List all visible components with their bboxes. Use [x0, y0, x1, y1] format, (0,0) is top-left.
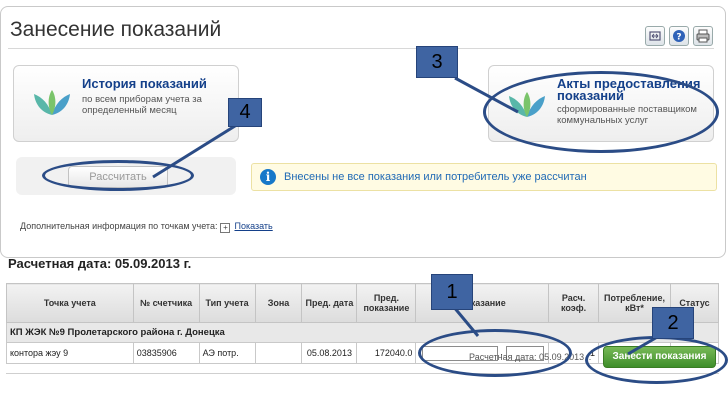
annotation-ring-2 [585, 336, 728, 384]
warning-banner: i Внесены не все показания или потребите… [251, 163, 717, 191]
callout-3: 3 [416, 46, 458, 78]
table-group-row: КП ЖЭК №9 Пролетарского района г. Донецк… [6, 322, 719, 343]
history-card-subtitle-1: по всем приборам учета за [82, 94, 202, 105]
show-link[interactable]: Показать [234, 221, 272, 231]
cell-type: АЭ потр. [198, 342, 256, 364]
group-label: КП ЖЭК №9 Пролетарского района г. Донецк… [6, 322, 719, 343]
history-card[interactable]: История показаний по всем приборам учета… [13, 65, 239, 142]
print-icon[interactable] [693, 26, 713, 46]
svg-text:?: ? [676, 33, 681, 43]
cell-prev-reading: 172040.0 [356, 342, 417, 364]
annotation-ring-3 [483, 71, 719, 153]
history-card-subtitle-2: определенный месяц [82, 105, 177, 116]
col-point: Точка учета [6, 283, 134, 323]
callout-1: 1 [431, 274, 473, 310]
cell-prev-date: 05.08.2013 [301, 342, 358, 364]
col-prev-date: Пред. дата [301, 283, 358, 323]
table-header-row: Точка учета № счетчика Тип учета Зона Пр… [6, 283, 720, 323]
col-prev-reading: Пред. показание [356, 283, 417, 323]
warning-text: Внесены не все показания или потребитель… [284, 171, 587, 183]
calc-date-title: Расчетная дата: 05.09.2013 г. [8, 256, 192, 271]
cell-point: контора жэу 9 [6, 342, 134, 364]
info-icon: i [260, 169, 276, 185]
expand-plus-icon[interactable]: + [220, 223, 231, 233]
annotation-ring-4 [42, 160, 194, 191]
history-card-title: История показаний [82, 76, 207, 91]
col-zone: Зона [254, 283, 303, 323]
annotation-ring-1 [418, 329, 572, 377]
header-divider [8, 48, 714, 49]
additional-info-label: Дополнительная информация по точкам учет… [20, 221, 218, 231]
help-icon[interactable]: ? [669, 26, 689, 46]
col-meter: № счетчика [132, 283, 200, 323]
callout-4: 4 [228, 98, 262, 127]
callout-2: 2 [652, 307, 694, 339]
cell-meter: 03835906 [132, 342, 200, 364]
additional-info: Дополнительная информация по точкам учет… [20, 221, 273, 233]
col-coef: Расч. коэф. [548, 283, 600, 323]
expand-icon[interactable] [645, 26, 665, 46]
page-title: Занесение показаний [10, 18, 222, 41]
col-type: Тип учета [198, 283, 256, 323]
cell-zone [254, 342, 303, 364]
leaf-logo-icon [34, 90, 70, 115]
